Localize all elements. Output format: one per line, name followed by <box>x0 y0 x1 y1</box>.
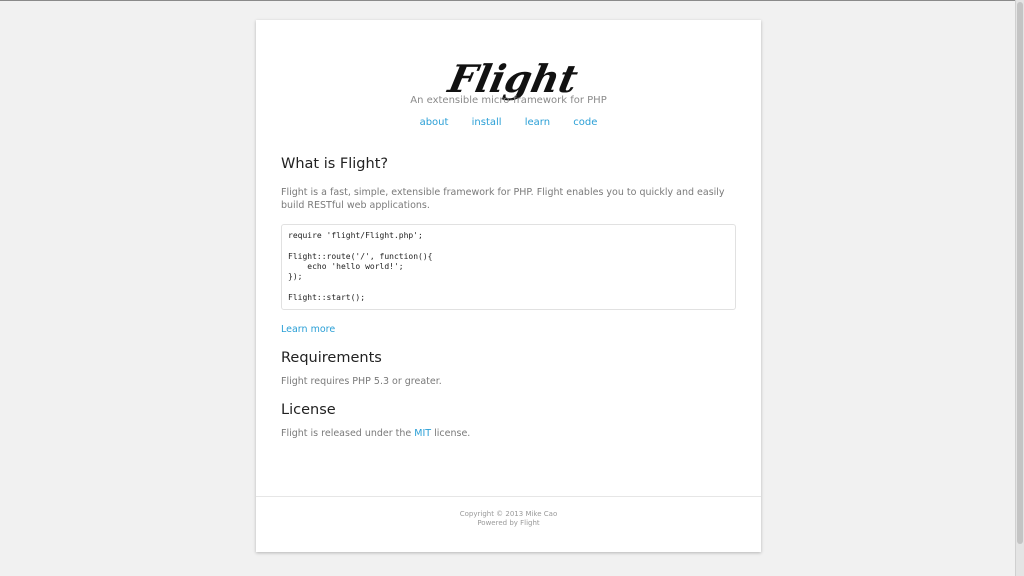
powered-by-link[interactable]: Flight <box>520 519 540 527</box>
page-container: Flight An extensible micro-framework for… <box>256 20 761 552</box>
learn-more-link[interactable]: Learn more <box>281 324 335 335</box>
section-text-license: Flight is released under the MIT license… <box>281 427 736 440</box>
window-top-border <box>0 0 1016 1</box>
nav-install[interactable]: install <box>472 117 502 128</box>
section-title-requirements: Requirements <box>281 350 382 367</box>
tagline: An extensible micro-framework for PHP <box>410 95 607 106</box>
section-title-license: License <box>281 402 336 419</box>
code-sample: require 'flight/Flight.php';​Flight::rou… <box>281 224 736 311</box>
section-title-what: What is Flight? <box>281 156 389 172</box>
nav-learn[interactable]: learn <box>525 117 550 128</box>
footer-divider <box>256 496 761 497</box>
nav-about[interactable]: about <box>420 117 449 128</box>
license-text-before: Flight is released under the <box>281 428 415 440</box>
code-line: ​ <box>288 241 729 251</box>
code-line: Flight::start(); <box>288 292 366 302</box>
mit-license-link[interactable]: MIT <box>414 428 431 439</box>
powered-by: Powered by Flight <box>256 519 761 528</box>
main-content: What is Flight? Flight is a fast, simple… <box>281 156 736 440</box>
code-line: ​ <box>288 282 729 292</box>
scrollbar-thumb[interactable] <box>1017 2 1023 544</box>
code-line: require 'flight/Flight.php'; <box>288 231 423 240</box>
main-nav: about install learn code <box>256 117 761 128</box>
footer: Copyright © 2013 Mike Cao Powered by Fli… <box>256 510 761 528</box>
nav-code[interactable]: code <box>573 117 597 128</box>
section-text-requirements: Flight requires PHP 5.3 or greater. <box>281 376 442 388</box>
section-text-what: Flight is a fast, simple, extensible fra… <box>281 187 725 211</box>
vertical-scrollbar[interactable] <box>1015 0 1024 576</box>
code-line: Flight::route('/', function(){ <box>288 251 433 261</box>
license-text-after: license. <box>431 428 471 440</box>
copyright-text: Copyright © 2013 Mike Cao <box>459 510 558 518</box>
code-line: echo 'hello world!'; <box>288 261 404 271</box>
code-line: }); <box>288 272 303 282</box>
powered-by-prefix: Powered by <box>477 519 521 527</box>
